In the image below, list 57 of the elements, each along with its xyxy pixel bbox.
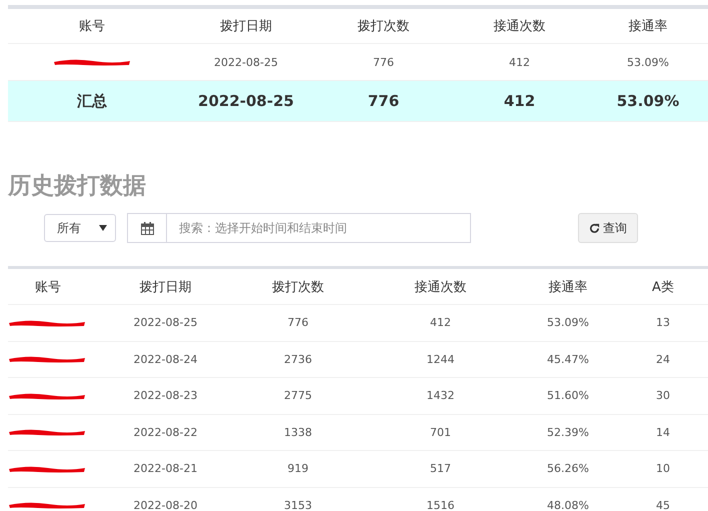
total-label: 汇总 (76, 92, 108, 110)
column-header: 拨打次数 (271, 278, 325, 296)
table-cell-text: 776 (372, 56, 395, 68)
table-cell-text: 10 (655, 462, 671, 476)
table-cell-text: 52.39% (546, 426, 590, 439)
calendar-icon (140, 222, 154, 234)
table-cell-text: 2022-08-23 (132, 389, 198, 402)
section-title: 历史拨打数据 (8, 172, 147, 201)
table-cell-text: 2775 (283, 389, 313, 402)
total-cell-text: 53.09% (616, 92, 680, 110)
table-cell-text: 2022-08-21 (132, 462, 198, 476)
table-cell-text: 1432 (426, 389, 456, 402)
table-cell-text: 1338 (283, 426, 313, 439)
total-cell-text: 776 (366, 92, 400, 110)
total-cell-text: 2022-08-25 (197, 92, 295, 110)
table-cell-text: 13 (655, 316, 671, 330)
table-cell-text: 24 (655, 352, 671, 366)
column-header: A类 (651, 278, 675, 296)
column-header: 账号 (34, 278, 62, 296)
table-cell-text: 53.09% (546, 316, 590, 330)
table-cell-text: 30 (655, 389, 671, 402)
table-cell-text: 776 (286, 316, 310, 330)
table-cell-text: 412 (508, 56, 531, 68)
table-cell-text: 517 (429, 462, 452, 476)
table-cell-text: 701 (429, 426, 452, 439)
table-cell-text: 2022-08-24 (132, 352, 198, 366)
column-header: 拨打日期 (219, 18, 273, 35)
filter-dropdown[interactable]: 所有 (44, 214, 116, 242)
table-cell-text: 1516 (426, 498, 456, 511)
table-cell-text: 2022-08-22 (132, 426, 198, 439)
table-cell-text: 45 (655, 498, 671, 511)
table-cell-text: 1244 (426, 352, 456, 366)
caret-icon (99, 225, 107, 231)
table-cell-text: 3153 (283, 498, 313, 511)
table-cell-text: 45.47% (546, 352, 590, 366)
table-cell-text: 2022-08-25 (213, 56, 279, 68)
table-cell-text: 2022-08-20 (132, 498, 198, 511)
table-cell-text: 2022-08-25 (132, 316, 198, 330)
table-cell-text: 2736 (283, 352, 313, 366)
column-header: 拨打日期 (138, 278, 192, 296)
column-header: 接通率 (548, 278, 588, 296)
table-cell-text: 53.09% (626, 56, 670, 68)
column-header: 接通次数 (414, 278, 468, 296)
table-cell-text: 51.60% (546, 389, 590, 402)
table-cell-text: 412 (429, 316, 452, 330)
column-header: 接通率 (628, 18, 668, 35)
query-button[interactable]: 查询 (578, 213, 638, 243)
table-cell-text: 919 (286, 462, 310, 476)
total-cell-text: 412 (502, 92, 536, 110)
table-cell-text: 56.26% (546, 462, 590, 476)
column-header: 账号 (78, 18, 106, 35)
refresh-icon (589, 222, 600, 234)
column-header: 接通次数 (492, 18, 546, 35)
table-cell-text: 14 (655, 426, 671, 439)
column-header: 拨打次数 (356, 18, 410, 35)
table-cell-text: 48.08% (546, 498, 590, 511)
date-input-group[interactable]: 搜索：选择开始时间和结束时间 (127, 213, 471, 243)
